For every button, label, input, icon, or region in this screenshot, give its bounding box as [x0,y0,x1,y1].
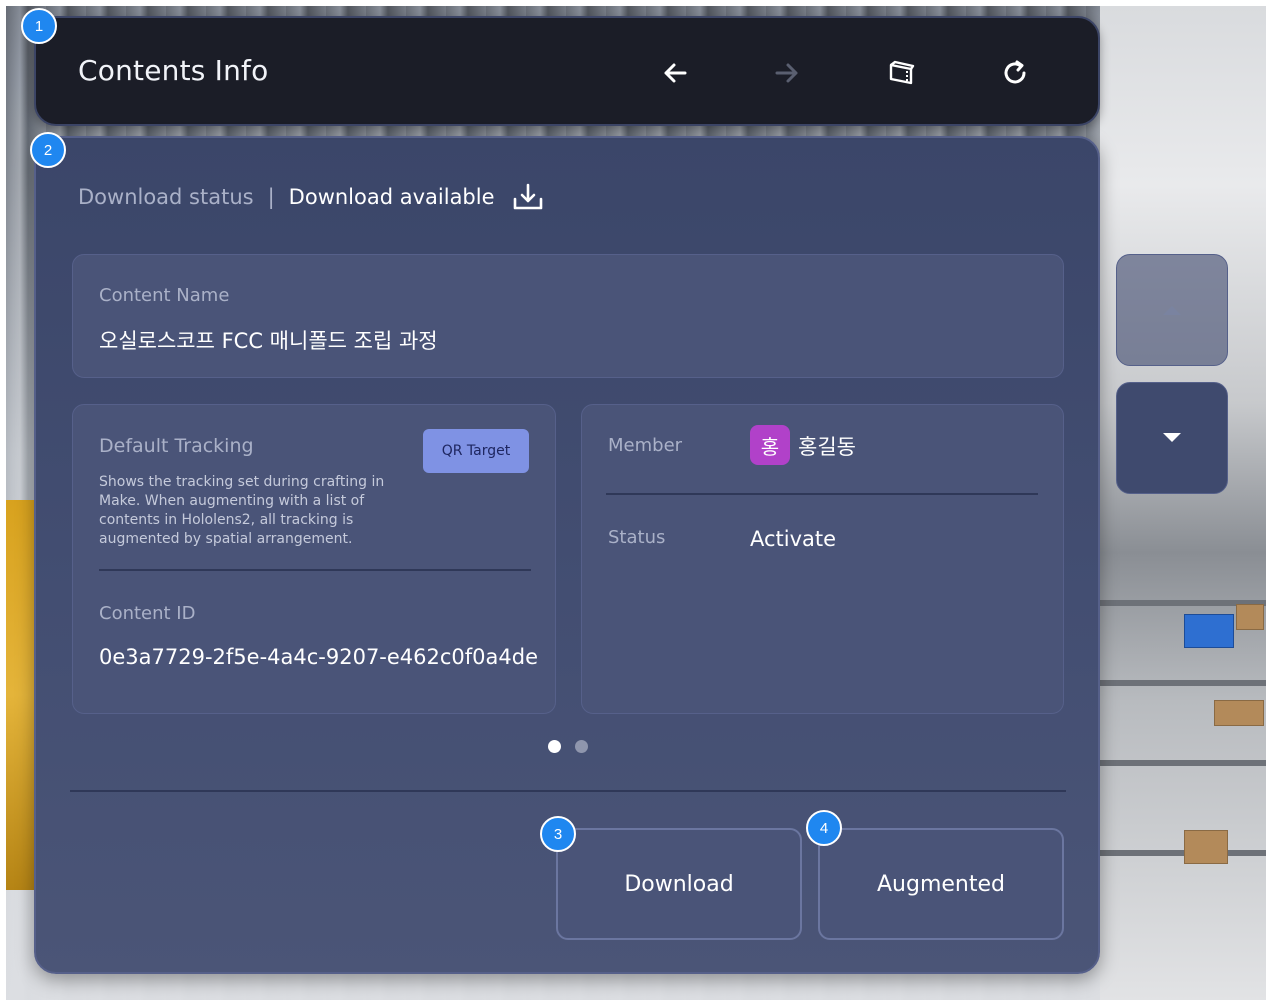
page-title: Contents Info [78,54,269,87]
member-card: Member 홍 홍길동 Status Activate [581,404,1064,714]
window-button[interactable] [878,50,924,96]
content-id-label: Content ID [99,603,196,624]
background-shelf [1100,850,1266,856]
download-icon [511,182,545,212]
page-dot-1[interactable] [548,740,561,753]
scroll-down-button[interactable] [1116,382,1228,494]
triangle-up-icon [1163,306,1181,315]
avatar: 홍 [750,425,790,465]
window-icon [889,60,915,85]
forward-button[interactable] [764,50,810,96]
content-id-value: 0e3a7729-2f5e-4a4c-9207-e462c0f0a4de [99,645,539,669]
status-value: Activate [750,527,837,551]
augmented-button[interactable]: Augmented [818,828,1064,940]
background-shelf [1100,680,1266,686]
status-label: Status [608,527,666,548]
back-button[interactable] [652,50,698,96]
callout-badge: 4 [806,810,842,846]
background-shelf [1100,760,1266,766]
arrow-right-icon [775,63,798,83]
member-label: Member [608,435,683,456]
background-box [1236,604,1264,630]
refresh-icon [1004,60,1026,84]
page-indicator [548,740,588,753]
page-dot-2[interactable] [575,740,588,753]
triangle-down-icon [1163,433,1181,442]
background-post [6,500,34,890]
card-divider [606,493,1038,495]
refresh-button[interactable] [992,50,1038,96]
content-name-value: 오실로스코프 FCC 매니폴드 조립 과정 [99,329,438,353]
download-status-separator: | [267,185,275,209]
download-button[interactable]: Download [556,828,802,940]
callout-badge: 2 [30,132,66,168]
content-name-label: Content Name [99,285,230,306]
tracking-card: Default Tracking QR Target Shows the tra… [72,404,556,714]
background-box [1184,830,1228,864]
scroll-up-button[interactable] [1116,254,1228,366]
section-divider [70,790,1066,792]
callout-badge: 3 [540,816,576,852]
toolbar: Contents Info [34,16,1100,126]
download-status-label: Download status [78,185,254,209]
download-status-value: Download available [288,185,495,209]
download-status: Download status | Download available [78,182,545,212]
background-box [1214,700,1264,726]
default-tracking-label: Default Tracking [99,435,254,457]
arrow-left-icon [664,63,687,83]
qr-target-button[interactable]: QR Target [423,429,529,473]
card-divider [99,569,531,571]
member-name: 홍길동 [798,435,856,459]
background-box [1184,614,1234,648]
tracking-description: Shows the tracking set during crafting i… [99,474,385,547]
callout-badge: 1 [21,8,57,44]
content-name-card: Content Name 오실로스코프 FCC 매니폴드 조립 과정 [72,254,1064,378]
